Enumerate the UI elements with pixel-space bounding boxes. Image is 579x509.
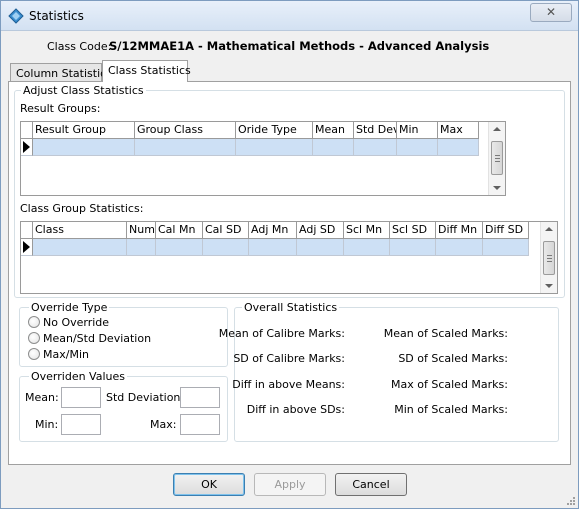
mean-input[interactable]: [61, 387, 101, 408]
table-cell[interactable]: [156, 239, 203, 256]
scroll-up-arrow-icon[interactable]: [493, 127, 501, 131]
scroll-down-arrow-icon[interactable]: [493, 186, 501, 190]
tab-label: Column Statistics: [16, 67, 112, 80]
class-group-statistics-grid[interactable]: Class Num Cal Mn Cal SD Adj Mn Adj SD Sc…: [20, 221, 558, 294]
adjust-class-statistics-legend: Adjust Class Statistics: [21, 84, 146, 97]
sd-scaled-marks-label: SD of Scaled Marks:: [398, 352, 508, 365]
max-min-radio[interactable]: [28, 348, 40, 360]
statistics-window: Statistics ✕ Class Code: S/12MMAE1A - Ma…: [0, 0, 579, 509]
column-header[interactable]: Scl Mn: [344, 222, 390, 239]
column-header[interactable]: Diff SD: [483, 222, 529, 239]
header-indicator-cell: [21, 122, 33, 139]
max-label: Max:: [150, 418, 177, 431]
std-deviation-input[interactable]: [180, 387, 220, 408]
class-code-label: Class Code:: [47, 40, 112, 53]
row-indicator: [21, 239, 33, 256]
cancel-button[interactable]: Cancel: [335, 473, 407, 496]
min-input[interactable]: [61, 414, 101, 435]
table-cell[interactable]: [354, 139, 397, 156]
table-cell[interactable]: [397, 139, 438, 156]
tab-class-statistics[interactable]: Class Statistics: [102, 60, 191, 82]
title-bar[interactable]: Statistics ✕: [1, 1, 578, 31]
column-header[interactable]: Num: [127, 222, 156, 239]
table-cell[interactable]: [390, 239, 436, 256]
column-header[interactable]: Max: [438, 122, 479, 139]
table-cell[interactable]: [127, 239, 156, 256]
column-header[interactable]: Result Group: [33, 122, 135, 139]
max-input[interactable]: [180, 414, 220, 435]
max-scaled-marks-label: Max of Scaled Marks:: [391, 378, 508, 391]
table-cell[interactable]: [313, 139, 354, 156]
close-button[interactable]: ✕: [530, 3, 572, 22]
table-cell[interactable]: [436, 239, 483, 256]
table-cell[interactable]: [33, 239, 127, 256]
tab-column-statistics[interactable]: Column Statistics: [10, 63, 112, 83]
scroll-down-arrow-icon[interactable]: [545, 284, 553, 288]
sd-calibre-marks-label: SD of Calibre Marks:: [233, 352, 345, 365]
min-scaled-marks-label: Min of Scaled Marks:: [394, 403, 508, 416]
close-icon: ✕: [545, 5, 557, 19]
app-diamond-icon: [8, 8, 24, 24]
override-type-legend: Override Type: [29, 301, 110, 314]
column-header[interactable]: Cal SD: [203, 222, 249, 239]
header-indicator-cell: [21, 222, 33, 239]
min-label: Min:: [35, 418, 59, 431]
scroll-thumb[interactable]: [543, 241, 555, 275]
diff-above-sds-label: Diff in above SDs:: [246, 403, 345, 416]
apply-button[interactable]: Apply: [254, 473, 326, 496]
table-cell[interactable]: [438, 139, 479, 156]
mean-std-deviation-label[interactable]: Mean/Std Deviation: [43, 332, 151, 345]
table-cell[interactable]: [483, 239, 529, 256]
grid-header: Class Num Cal Mn Cal SD Adj Mn Adj SD Sc…: [21, 222, 529, 239]
result-groups-scrollbar[interactable]: [488, 122, 505, 195]
resize-grip-icon[interactable]: [566, 496, 576, 506]
no-override-label[interactable]: No Override: [43, 316, 109, 329]
column-header[interactable]: Mean: [313, 122, 354, 139]
mean-std-deviation-radio[interactable]: [28, 332, 40, 344]
window-title: Statistics: [29, 9, 84, 23]
table-cell[interactable]: [249, 239, 297, 256]
no-override-radio[interactable]: [28, 316, 40, 328]
column-header[interactable]: Class: [33, 222, 127, 239]
class-group-statistics-label: Class Group Statistics:: [20, 202, 144, 215]
table-row[interactable]: [21, 239, 529, 256]
table-row[interactable]: [21, 139, 479, 156]
mean-scaled-marks-label: Mean of Scaled Marks:: [383, 327, 508, 340]
result-groups-label: Result Groups:: [20, 102, 101, 115]
overall-statistics-legend: Overall Statistics: [242, 301, 340, 314]
row-pointer-icon: [23, 241, 30, 253]
class-code-value: S/12MMAE1A - Mathematical Methods - Adva…: [109, 39, 490, 53]
table-cell[interactable]: [203, 239, 249, 256]
mean-calibre-marks-label: Mean of Calibre Marks:: [218, 327, 345, 340]
row-indicator: [21, 139, 33, 156]
table-cell[interactable]: [236, 139, 313, 156]
grid-header: Result Group Group Class Oride Type Mean…: [21, 122, 479, 139]
table-cell[interactable]: [297, 239, 344, 256]
scroll-thumb[interactable]: [491, 141, 503, 175]
std-deviation-label: Std Deviation:: [106, 391, 185, 404]
column-header[interactable]: Adj Mn: [249, 222, 297, 239]
ok-button[interactable]: OK: [173, 473, 245, 496]
column-header[interactable]: Min: [397, 122, 438, 139]
scroll-up-arrow-icon[interactable]: [545, 227, 553, 231]
column-header[interactable]: Oride Type: [236, 122, 313, 139]
column-header[interactable]: Group Class: [135, 122, 236, 139]
column-header[interactable]: Scl SD: [390, 222, 436, 239]
result-groups-grid[interactable]: Result Group Group Class Oride Type Mean…: [20, 121, 506, 196]
overriden-values-legend: Overriden Values: [29, 370, 127, 383]
column-header[interactable]: Diff Mn: [436, 222, 483, 239]
column-header[interactable]: Adj SD: [297, 222, 344, 239]
table-cell[interactable]: [33, 139, 135, 156]
max-min-label[interactable]: Max/Min: [43, 348, 89, 361]
row-pointer-icon: [23, 141, 30, 153]
tab-label: Class Statistics: [108, 64, 191, 77]
table-cell[interactable]: [135, 139, 236, 156]
mean-label: Mean:: [25, 391, 59, 404]
class-group-statistics-scrollbar[interactable]: [540, 222, 557, 293]
column-header[interactable]: Std Dev: [354, 122, 397, 139]
diff-above-means-label: Diff in above Means:: [232, 378, 345, 391]
table-cell[interactable]: [344, 239, 390, 256]
column-header[interactable]: Cal Mn: [156, 222, 203, 239]
